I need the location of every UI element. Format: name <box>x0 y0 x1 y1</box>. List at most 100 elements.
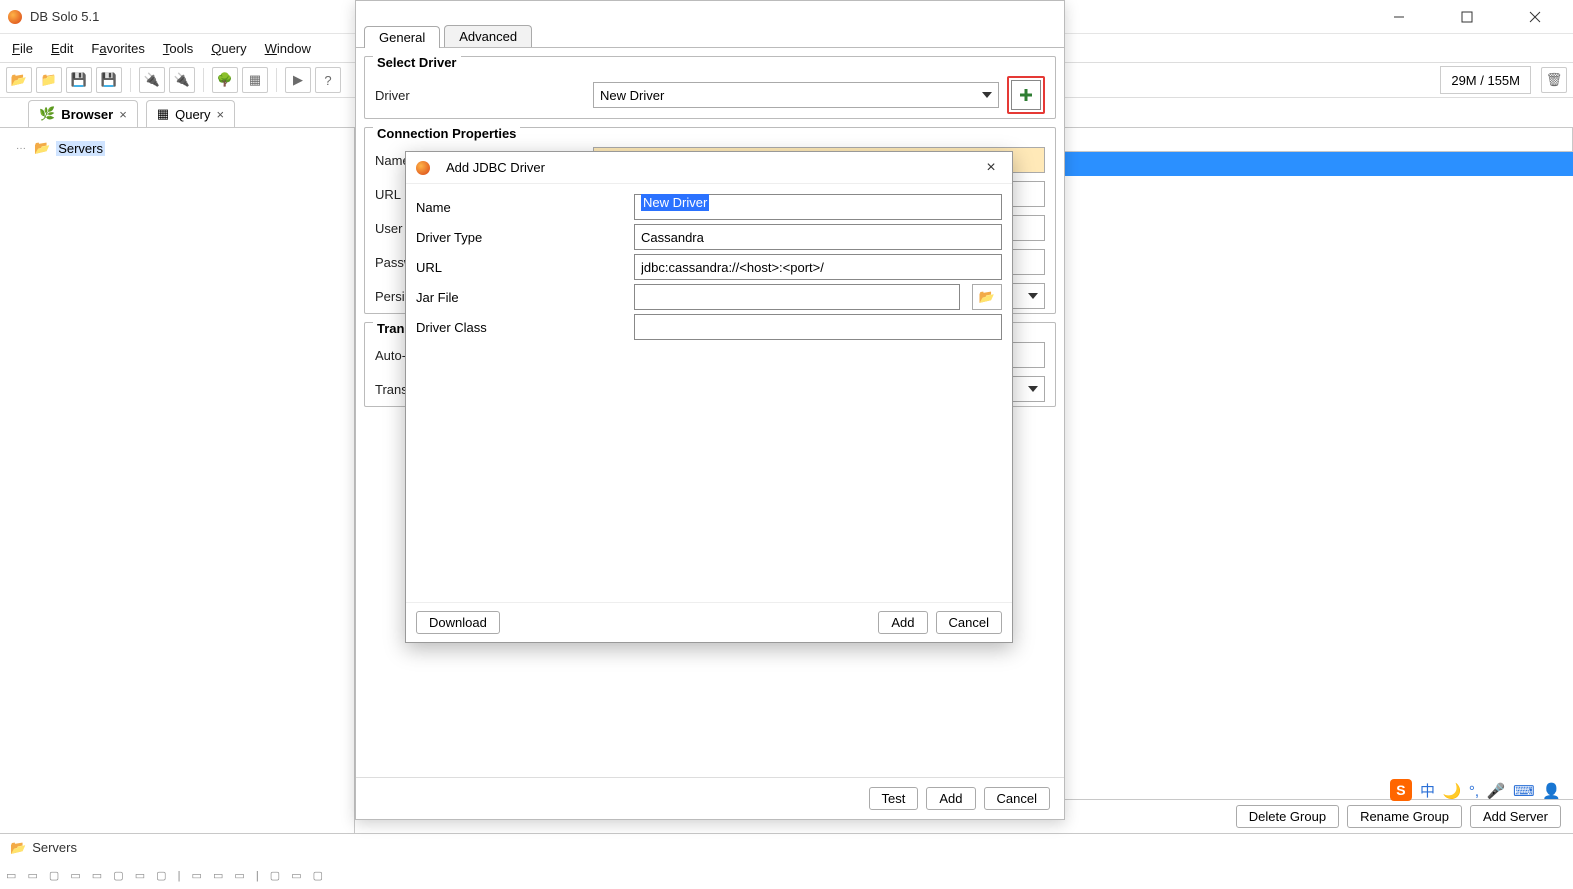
rename-group-button[interactable]: Rename Group <box>1347 805 1462 828</box>
open-button[interactable]: 📂 <box>6 67 32 93</box>
save-icon: 💾 <box>71 72 87 88</box>
close-tab-query[interactable]: × <box>217 107 225 122</box>
tree-label-servers: Servers <box>56 141 105 156</box>
close-icon <box>1529 11 1541 23</box>
help-icon: ? <box>324 73 331 88</box>
select-driver-legend: Select Driver <box>373 55 461 70</box>
gc-button[interactable]: 🗑 <box>1541 67 1567 93</box>
tree-toggle-icon[interactable]: ··· <box>16 143 28 154</box>
save-button[interactable]: 💾 <box>66 67 92 93</box>
jdbc-url-label: URL <box>416 260 626 275</box>
help-button[interactable]: ? <box>315 67 341 93</box>
jdbc-name-input[interactable]: New Driver <box>634 194 1002 220</box>
driver-label: Driver <box>375 88 585 103</box>
jdbc-name-label: Name <box>416 200 626 215</box>
browser-icon: 🌿 <box>39 106 55 122</box>
tree-node-servers[interactable]: ··· 📂 Servers <box>8 138 346 158</box>
folder-open-icon: 📂 <box>11 72 27 88</box>
menu-file[interactable]: File <box>12 41 33 56</box>
jdbc-jar-input[interactable] <box>634 284 960 310</box>
app-title: DB Solo 5.1 <box>30 9 99 24</box>
jdbc-dialog-title: Add JDBC Driver <box>446 160 545 175</box>
folder-open-icon: 📂 <box>34 140 50 156</box>
driver-select[interactable]: New Driver <box>593 82 999 108</box>
disconnect-button[interactable]: 🔌 <box>169 67 195 93</box>
jdbc-dialog-footer: Download Add Cancel <box>406 602 1012 642</box>
tab-browser[interactable]: 🌿 Browser × <box>28 100 138 127</box>
memory-indicator: 29M / 155M <box>1440 66 1531 94</box>
status-path: Servers <box>32 840 77 855</box>
grid-icon: ▦ <box>249 72 261 88</box>
plug-icon: 🔌 <box>144 72 160 88</box>
bottom-toolbar: ▭ ▭ ▢ ▭ ▭ ▢ ▭ ▢ | ▭ ▭ ▭ | ▢ ▭ ▢ <box>0 861 1573 889</box>
download-button[interactable]: Download <box>416 611 500 634</box>
tab-general[interactable]: General <box>364 26 440 48</box>
ime-badge[interactable]: S <box>1390 779 1412 801</box>
add-driver-highlight <box>1007 76 1045 114</box>
test-button[interactable]: Test <box>869 787 919 810</box>
tree-icon: 🌳 <box>217 72 233 88</box>
browse-jar-button[interactable]: 📂 <box>972 284 1002 310</box>
connect-button[interactable]: 🔌 <box>139 67 165 93</box>
tab-advanced[interactable]: Advanced <box>444 25 532 47</box>
ime-lang[interactable]: 中 <box>1420 783 1435 800</box>
jdbc-cancel-button[interactable]: Cancel <box>936 611 1002 634</box>
minimize-button[interactable] <box>1377 3 1421 31</box>
save-all-icon: 💾 <box>101 72 117 88</box>
comma-icon[interactable]: °, <box>1469 783 1479 800</box>
jdbc-class-input[interactable] <box>634 314 1002 340</box>
unplug-icon: 🔌 <box>174 72 190 88</box>
user-icon[interactable]: 👤 <box>1542 783 1561 800</box>
add-driver-button[interactable] <box>1011 80 1041 110</box>
minimize-icon <box>1393 11 1405 23</box>
toolbar-glyphs: ▭ ▭ ▢ ▭ ▭ ▢ ▭ ▢ | ▭ ▭ ▭ | ▢ ▭ ▢ <box>6 869 327 882</box>
jdbc-add-button[interactable]: Add <box>878 611 927 634</box>
folder-open-icon: 📂 <box>979 289 995 305</box>
keyboard-icon[interactable]: ⌨ <box>1513 783 1535 800</box>
jdbc-url-input[interactable] <box>634 254 1002 280</box>
jdbc-close-button[interactable]: × <box>980 159 1002 177</box>
maximize-button[interactable] <box>1445 3 1489 31</box>
run-button[interactable]: ▶ <box>285 67 311 93</box>
jdbc-type-label: Driver Type <box>416 230 626 245</box>
add-server-button[interactable]: Add Server <box>1470 805 1561 828</box>
moon-icon[interactable]: 🌙 <box>1443 783 1462 800</box>
trash-icon: 🗑 <box>1546 72 1563 88</box>
add-jdbc-driver-dialog: Add JDBC Driver × Name New Driver Driver… <box>405 151 1013 643</box>
menu-query[interactable]: Query <box>211 41 246 56</box>
tab-browser-label: Browser <box>61 107 113 122</box>
mic-icon[interactable]: 🎤 <box>1487 783 1506 800</box>
tree-view-button[interactable]: 🌳 <box>212 67 238 93</box>
ime-icons: 中 🌙 °, 🎤 ⌨ 👤 <box>1418 780 1563 801</box>
menu-window[interactable]: Window <box>265 41 311 56</box>
menu-tools[interactable]: Tools <box>163 41 193 56</box>
sidebar-tree: ··· 📂 Servers <box>0 128 355 833</box>
folder-icon: 📁 <box>41 72 57 88</box>
select-driver-fieldset: Select Driver Driver New Driver <box>364 56 1056 119</box>
save-all-button[interactable]: 💾 <box>96 67 122 93</box>
maximize-icon <box>1461 11 1473 23</box>
ime-tray: S 中 🌙 °, 🎤 ⌨ 👤 <box>1386 777 1567 803</box>
connection-properties-legend: Connection Properties <box>373 126 520 141</box>
cancel-connection-button[interactable]: Cancel <box>984 787 1050 810</box>
tab-query[interactable]: ▦ Query × <box>146 100 235 127</box>
add-connection-button[interactable]: Add <box>926 787 975 810</box>
delete-group-button[interactable]: Delete Group <box>1236 805 1339 828</box>
query-icon: ▦ <box>157 106 169 122</box>
app-icon <box>416 161 430 175</box>
folder-open-icon: 📂 <box>10 840 26 856</box>
menu-favorites[interactable]: Favorites <box>91 41 144 56</box>
close-button[interactable] <box>1513 3 1557 31</box>
jdbc-dialog-titlebar: Add JDBC Driver × <box>406 152 1012 184</box>
open2-button[interactable]: 📁 <box>36 67 62 93</box>
jdbc-class-label: Driver Class <box>416 320 626 335</box>
plus-icon <box>1018 87 1034 103</box>
menu-edit[interactable]: Edit <box>51 41 73 56</box>
app-icon <box>8 10 22 24</box>
jdbc-jar-label: Jar File <box>416 290 626 305</box>
close-tab-browser[interactable]: × <box>119 107 127 122</box>
jdbc-type-select[interactable]: Cassandra <box>634 224 1002 250</box>
grid-view-button[interactable]: ▦ <box>242 67 268 93</box>
connection-tabs: General Advanced <box>356 21 1064 48</box>
connection-dialog-footer: Test Add Cancel <box>356 777 1064 819</box>
